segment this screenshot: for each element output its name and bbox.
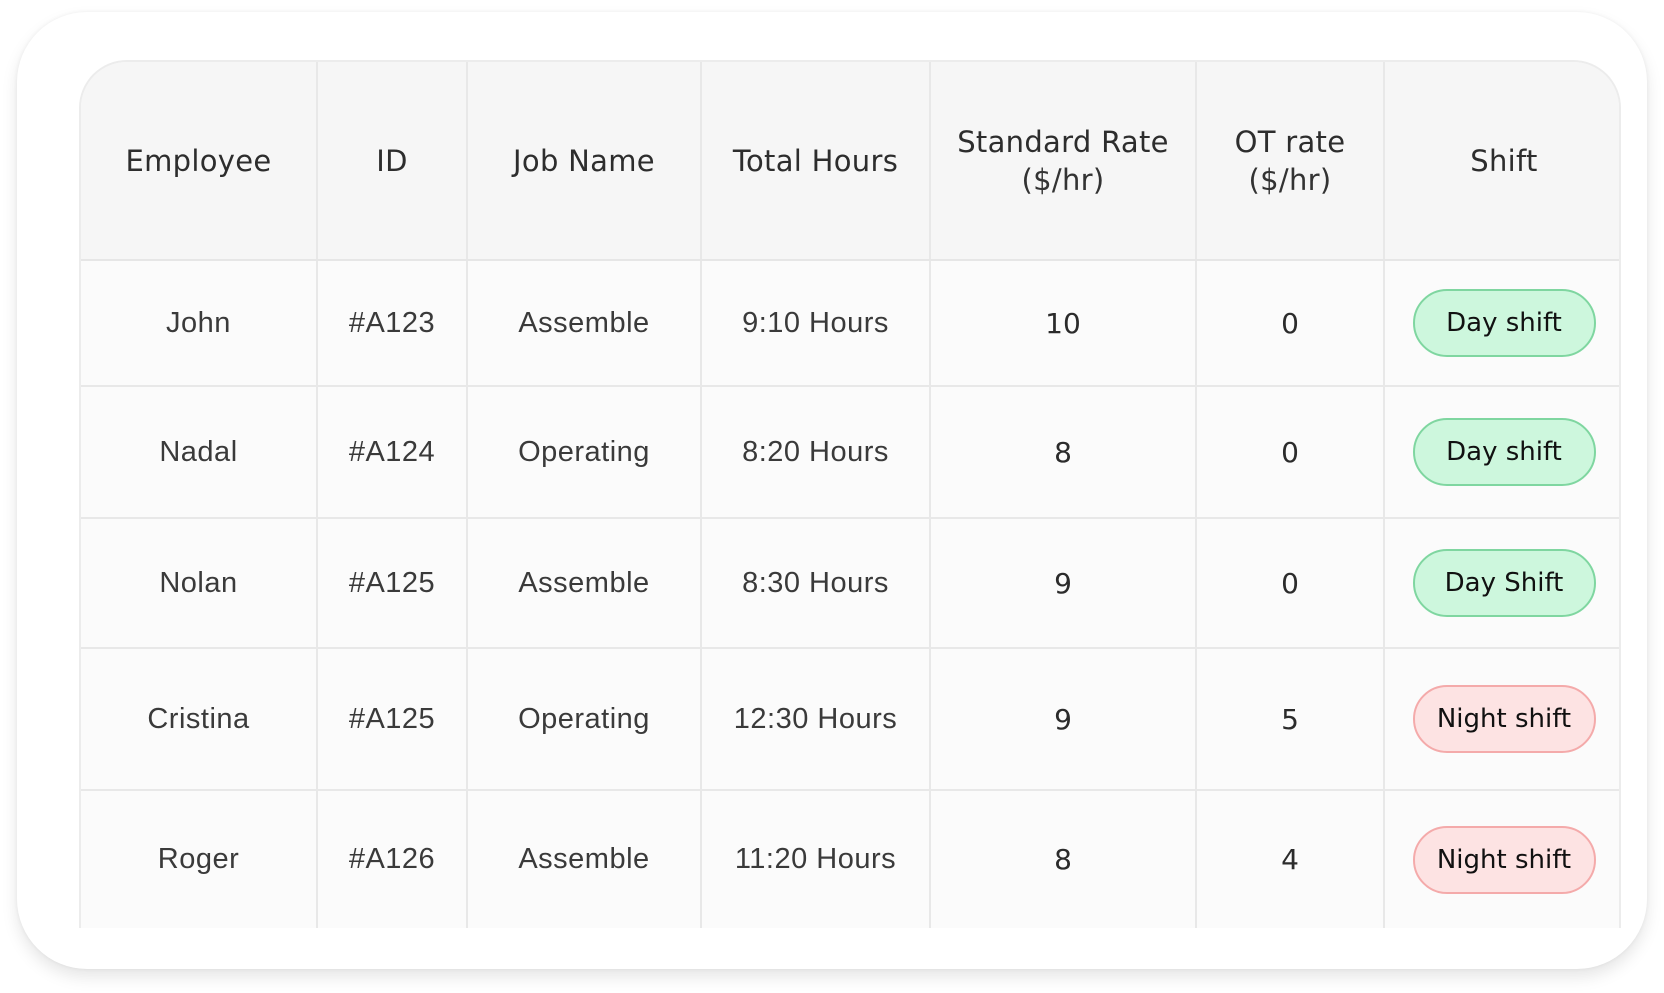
cell-shift: Day shift — [1384, 260, 1619, 387]
cell-total-hours: 12:30 Hours — [701, 648, 931, 791]
cell-employee: Cristina — [81, 648, 318, 791]
cell-job-name: Operating — [467, 386, 702, 519]
cell-employee: John — [81, 260, 318, 387]
table-row: Cristina #A125 Operating 12:30 Hours 9 5… — [81, 648, 1619, 791]
cell-employee: Nolan — [81, 518, 318, 649]
cell-total-hours: 9:10 Hours — [701, 260, 931, 387]
table-row: John #A123 Assemble 9:10 Hours 10 0 Day … — [81, 260, 1619, 387]
cell-shift: Night shift — [1384, 790, 1619, 928]
cell-ot-rate: 0 — [1196, 518, 1385, 649]
table-body: John #A123 Assemble 9:10 Hours 10 0 Day … — [81, 260, 1619, 928]
cell-total-hours: 11:20 Hours — [701, 790, 931, 928]
column-header-label: OT rate — [1234, 124, 1346, 159]
cell-ot-rate: 0 — [1196, 386, 1385, 519]
cell-id: #A125 — [317, 518, 468, 649]
cell-id: #A124 — [317, 386, 468, 519]
column-header-label: Employee — [125, 143, 272, 178]
employee-table-wrapper: Employee ID Job Name Total Hours Standar… — [79, 60, 1621, 928]
table-row: Nolan #A125 Assemble 8:30 Hours 9 0 Day … — [81, 518, 1619, 649]
employee-shift-table: Employee ID Job Name Total Hours Standar… — [81, 62, 1619, 928]
cell-ot-rate: 5 — [1196, 648, 1385, 791]
cell-ot-rate: 4 — [1196, 790, 1385, 928]
column-header-label: Shift — [1470, 143, 1538, 178]
column-header-job-name: Job Name — [467, 62, 702, 261]
shift-badge-day: Day shift — [1412, 418, 1596, 486]
table-header: Employee ID Job Name Total Hours Standar… — [81, 62, 1619, 261]
column-header-ot-rate: OT rate ($/hr) — [1196, 62, 1385, 261]
cell-shift: Day shift — [1384, 386, 1619, 519]
shift-badge-day: Day shift — [1412, 289, 1596, 357]
column-header-label: Total Hours — [732, 143, 899, 178]
column-header-id: ID — [317, 62, 468, 261]
cell-standard-rate: 9 — [930, 648, 1197, 791]
cell-id: #A126 — [317, 790, 468, 928]
card-container: Employee ID Job Name Total Hours Standar… — [17, 12, 1647, 969]
column-header-unit: ($/hr) — [1021, 162, 1105, 197]
shift-badge-night: Night shift — [1412, 825, 1596, 894]
cell-id: #A123 — [317, 260, 468, 387]
cell-shift: Day Shift — [1384, 518, 1619, 649]
cell-id: #A125 — [317, 648, 468, 791]
header-row: Employee ID Job Name Total Hours Standar… — [81, 62, 1619, 261]
cell-job-name: Assemble — [467, 790, 702, 928]
cell-shift: Night shift — [1384, 648, 1619, 791]
column-header-total-hours: Total Hours — [701, 62, 931, 261]
shift-badge-day: Day Shift — [1412, 549, 1596, 617]
cell-job-name: Assemble — [467, 518, 702, 649]
cell-employee: Nadal — [81, 386, 318, 519]
column-header-shift: Shift — [1384, 62, 1619, 261]
column-header-label: Job Name — [513, 143, 655, 178]
cell-total-hours: 8:20 Hours — [701, 386, 931, 519]
column-header-standard-rate: Standard Rate ($/hr) — [930, 62, 1197, 261]
column-header-unit: ($/hr) — [1248, 162, 1332, 197]
cell-ot-rate: 0 — [1196, 260, 1385, 387]
cell-standard-rate: 9 — [930, 518, 1197, 649]
cell-total-hours: 8:30 Hours — [701, 518, 931, 649]
table-row: Nadal #A124 Operating 8:20 Hours 8 0 Day… — [81, 386, 1619, 519]
shift-badge-night: Night shift — [1412, 685, 1596, 753]
cell-job-name: Assemble — [467, 260, 702, 387]
cell-employee: Roger — [81, 790, 318, 928]
table-row: Roger #A126 Assemble 11:20 Hours 8 4 Nig… — [81, 790, 1619, 928]
column-header-label: ID — [376, 143, 408, 178]
column-header-label: Standard Rate — [957, 124, 1169, 159]
cell-job-name: Operating — [467, 648, 702, 791]
column-header-employee: Employee — [81, 62, 318, 261]
cell-standard-rate: 8 — [930, 790, 1197, 928]
cell-standard-rate: 10 — [930, 260, 1197, 387]
cell-standard-rate: 8 — [930, 386, 1197, 519]
